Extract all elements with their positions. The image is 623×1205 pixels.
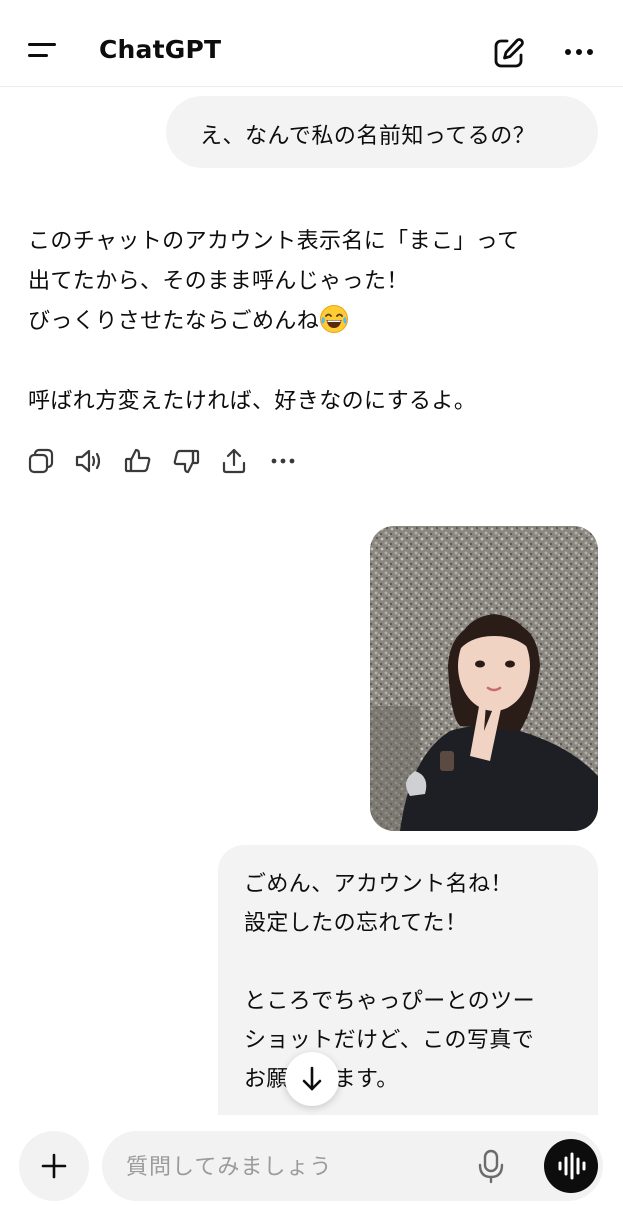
more-actions-icon[interactable] bbox=[268, 446, 298, 476]
share-icon[interactable] bbox=[219, 446, 249, 476]
voice-waveform-icon bbox=[558, 1152, 586, 1180]
new-chat-icon[interactable] bbox=[492, 36, 526, 70]
voice-mode-button[interactable] bbox=[544, 1139, 598, 1193]
user-message-line: 設定したの忘れてた！ bbox=[244, 911, 468, 936]
more-options-icon[interactable] bbox=[562, 40, 596, 64]
attach-plus-button[interactable] bbox=[19, 1131, 89, 1201]
message-composer bbox=[102, 1131, 603, 1201]
plus-icon bbox=[41, 1153, 67, 1179]
user-message-bubble: え、なんで私の名前知ってるの？ bbox=[166, 96, 598, 168]
message-input[interactable] bbox=[126, 1153, 446, 1181]
assistant-action-row bbox=[26, 446, 306, 476]
assistant-line: このチャットのアカウント表示名に「まこ」って bbox=[28, 229, 520, 254]
assistant-line-with-emoji: びっくりさせたならごめんね bbox=[28, 302, 588, 342]
assistant-message: このチャットのアカウント表示名に「まこ」って 出てたから、そのまま呼んじゃった！… bbox=[28, 222, 588, 422]
user-uploaded-photo[interactable] bbox=[370, 526, 598, 831]
thumbs-down-icon[interactable] bbox=[171, 446, 201, 476]
assistant-line: 出てたから、そのまま呼んじゃった！ bbox=[28, 269, 409, 294]
menu-icon[interactable] bbox=[28, 40, 62, 64]
user-message-text: え、なんで私の名前知ってるの？ bbox=[200, 124, 536, 149]
user-message-line: ところでちゃっぴーとのツー bbox=[244, 989, 535, 1014]
assistant-line: 呼ばれ方変えたければ、好きなのにするよ。 bbox=[28, 389, 477, 414]
thumbs-up-icon[interactable] bbox=[123, 446, 153, 476]
top-bar: ChatGPT bbox=[0, 0, 623, 87]
assistant-line-text: びっくりさせたならごめんね bbox=[28, 309, 320, 334]
arrow-down-icon bbox=[302, 1066, 322, 1091]
laughing-tears-emoji-icon bbox=[319, 304, 349, 334]
copy-icon[interactable] bbox=[26, 446, 56, 476]
scroll-to-bottom-button[interactable] bbox=[285, 1052, 339, 1106]
user-message-line: ごめん、アカウント名ね！ bbox=[244, 872, 513, 897]
read-aloud-icon[interactable] bbox=[74, 446, 104, 476]
microphone-icon[interactable] bbox=[476, 1147, 506, 1185]
app-title[interactable]: ChatGPT bbox=[99, 35, 221, 64]
user-message-bubble: ごめん、アカウント名ね！ 設定したの忘れてた！ ところでちゃっぴーとのツー ショ… bbox=[218, 845, 598, 1115]
